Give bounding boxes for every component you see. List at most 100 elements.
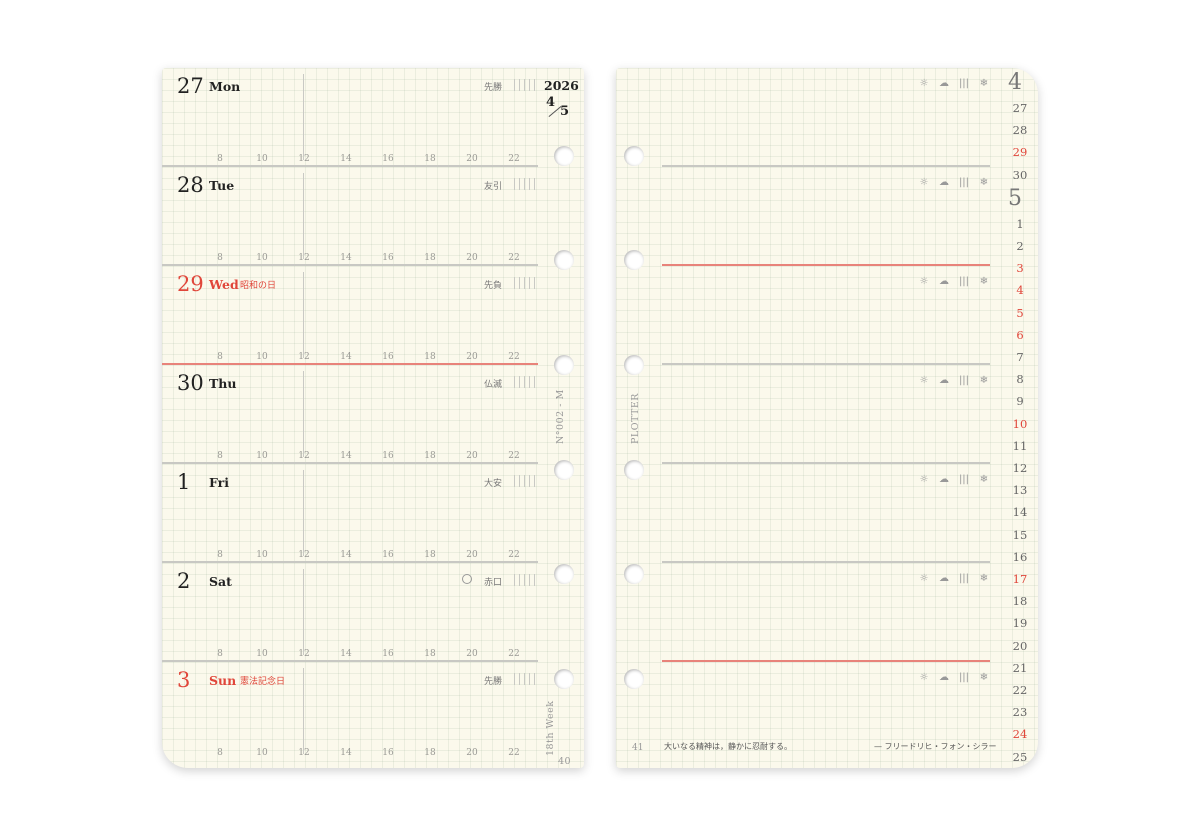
sun-icon[interactable]: ☼ <box>914 78 934 89</box>
mini-calendar-day[interactable]: 21 <box>1006 661 1034 675</box>
binder-hole <box>624 146 644 166</box>
page-number-left: 40 <box>558 756 572 767</box>
snow-icon[interactable]: ❄ <box>974 276 994 287</box>
mini-calendar-day[interactable]: 22 <box>1006 683 1034 697</box>
left-planner-page: 2026 4 5 N°002 - M 18th Week 40 27 Mon 先勝 8… <box>162 68 584 768</box>
day-separator <box>662 660 990 662</box>
day-row[interactable]: 30 Thu 仏滅 8 10 12 14 16 18 20 22 <box>162 365 538 464</box>
mini-calendar-day[interactable]: 6 <box>1006 328 1034 342</box>
day-row[interactable]: 29 Wed 昭和の日 先負 8 10 12 14 16 18 20 22 <box>162 266 538 365</box>
hour-label: 14 <box>340 550 352 560</box>
cloud-icon[interactable]: ☁ <box>934 573 954 584</box>
weekday-label: Wed <box>209 277 239 292</box>
day-number: 27 <box>177 74 204 98</box>
day-row[interactable]: 28 Tue 友引 8 10 12 14 16 18 20 22 <box>162 167 538 266</box>
mini-calendar-day[interactable]: 17 <box>1006 572 1034 586</box>
day-row[interactable]: 1 Fri 大安 8 10 12 14 16 18 20 22 <box>162 464 538 563</box>
mini-calendar-day[interactable]: 30 <box>1006 168 1034 182</box>
mini-calendar-day[interactable]: 4 <box>1006 283 1034 297</box>
mini-calendar-day[interactable]: 3 <box>1006 261 1034 275</box>
binder-hole <box>554 146 574 166</box>
mini-calendar-day[interactable]: 2 <box>1006 239 1034 253</box>
rain-icon[interactable]: ||| <box>954 573 974 584</box>
mini-calendar-day[interactable]: 15 <box>1006 528 1034 542</box>
rokuyo-label: 赤口 <box>484 578 503 588</box>
rain-icon[interactable]: ||| <box>954 177 974 188</box>
hour-label: 14 <box>340 253 352 263</box>
rain-icon[interactable]: ||| <box>954 672 974 683</box>
hour-label: 10 <box>256 649 268 659</box>
weekday-label: Sat <box>209 574 232 589</box>
day-row[interactable]: 2 Sat 赤口 8 10 12 14 16 18 20 22 <box>162 563 538 662</box>
snow-icon[interactable]: ❄ <box>974 474 994 485</box>
rain-icon[interactable]: ||| <box>954 375 974 386</box>
binder-hole <box>624 355 644 375</box>
mini-calendar-day[interactable]: 24 <box>1006 727 1034 741</box>
mini-calendar-day[interactable]: 5 <box>1006 306 1034 320</box>
mini-calendar-day[interactable]: 12 <box>1006 461 1034 475</box>
mini-calendar-day[interactable]: 27 <box>1006 101 1034 115</box>
snow-icon[interactable]: ❄ <box>974 375 994 386</box>
mini-calendar-day[interactable]: 20 <box>1006 639 1034 653</box>
weekday-label: Thu <box>209 376 237 391</box>
mini-calendar-day[interactable]: 28 <box>1006 123 1034 137</box>
mini-calendar-day[interactable]: 13 <box>1006 483 1034 497</box>
mini-calendar-day[interactable]: 25 <box>1006 750 1034 764</box>
hour-label: 10 <box>256 352 268 362</box>
day-row[interactable]: 27 Mon 先勝 8 10 12 14 16 18 20 22 <box>162 68 538 167</box>
hour-label: 18 <box>424 451 436 461</box>
sun-icon[interactable]: ☼ <box>914 474 934 485</box>
hour-label: 10 <box>256 154 268 164</box>
binder-hole <box>554 250 574 270</box>
binder-hole <box>554 460 574 480</box>
mini-calendar-day[interactable]: 18 <box>1006 594 1034 608</box>
hour-label: 22 <box>508 352 520 362</box>
noon-line <box>303 668 304 754</box>
hour-label: 12 <box>298 352 310 362</box>
snow-icon[interactable]: ❄ <box>974 177 994 188</box>
cloud-icon[interactable]: ☁ <box>934 474 954 485</box>
cloud-icon[interactable]: ☁ <box>934 78 954 89</box>
mini-calendar-day[interactable]: 7 <box>1006 350 1034 364</box>
hour-label: 8 <box>217 154 223 164</box>
mini-calendar-day[interactable]: 16 <box>1006 550 1034 564</box>
snow-icon[interactable]: ❄ <box>974 672 994 683</box>
hour-label: 22 <box>508 550 520 560</box>
weather-icons: ☼ ☁ ||| ❄ <box>914 672 994 686</box>
binder-hole <box>624 669 644 689</box>
sun-icon[interactable]: ☼ <box>914 177 934 188</box>
sun-icon[interactable]: ☼ <box>914 276 934 287</box>
noon-line <box>303 470 304 556</box>
weather-icons: ☼ ☁ ||| ❄ <box>914 474 994 488</box>
mini-calendar-day[interactable]: 19 <box>1006 616 1034 630</box>
cloud-icon[interactable]: ☁ <box>934 672 954 683</box>
mini-calendar-day[interactable]: 9 <box>1006 394 1034 408</box>
sun-icon[interactable]: ☼ <box>914 375 934 386</box>
hour-label: 20 <box>466 748 478 758</box>
mini-calendar-day[interactable]: 29 <box>1006 145 1034 159</box>
rain-icon[interactable]: ||| <box>954 78 974 89</box>
day-row[interactable]: 3 Sun 憲法記念日 先勝 8 10 12 14 16 18 20 22 <box>162 662 538 761</box>
cloud-icon[interactable]: ☁ <box>934 276 954 287</box>
mini-calendar-day[interactable]: 10 <box>1006 417 1034 431</box>
rain-icon[interactable]: ||| <box>954 276 974 287</box>
sun-icon[interactable]: ☼ <box>914 672 934 683</box>
year-label: 2026 <box>544 78 579 93</box>
mini-calendar-day[interactable]: 1 <box>1006 217 1034 231</box>
mini-calendar-day[interactable]: 11 <box>1006 439 1034 453</box>
rain-icon[interactable]: ||| <box>954 474 974 485</box>
rokuyo-label: 先勝 <box>484 83 503 93</box>
cloud-icon[interactable]: ☁ <box>934 177 954 188</box>
rokuyo-label: 大安 <box>484 479 503 489</box>
snow-icon[interactable]: ❄ <box>974 78 994 89</box>
sun-icon[interactable]: ☼ <box>914 573 934 584</box>
mini-calendar-day[interactable]: 14 <box>1006 505 1034 519</box>
cloud-icon[interactable]: ☁ <box>934 375 954 386</box>
mini-calendar-day[interactable]: 23 <box>1006 705 1034 719</box>
mini-calendar-day[interactable]: 8 <box>1006 372 1034 386</box>
hour-label: 16 <box>382 649 394 659</box>
hour-label: 8 <box>217 352 223 362</box>
snow-icon[interactable]: ❄ <box>974 573 994 584</box>
day-separator <box>662 363 990 365</box>
day-separator <box>662 561 990 563</box>
